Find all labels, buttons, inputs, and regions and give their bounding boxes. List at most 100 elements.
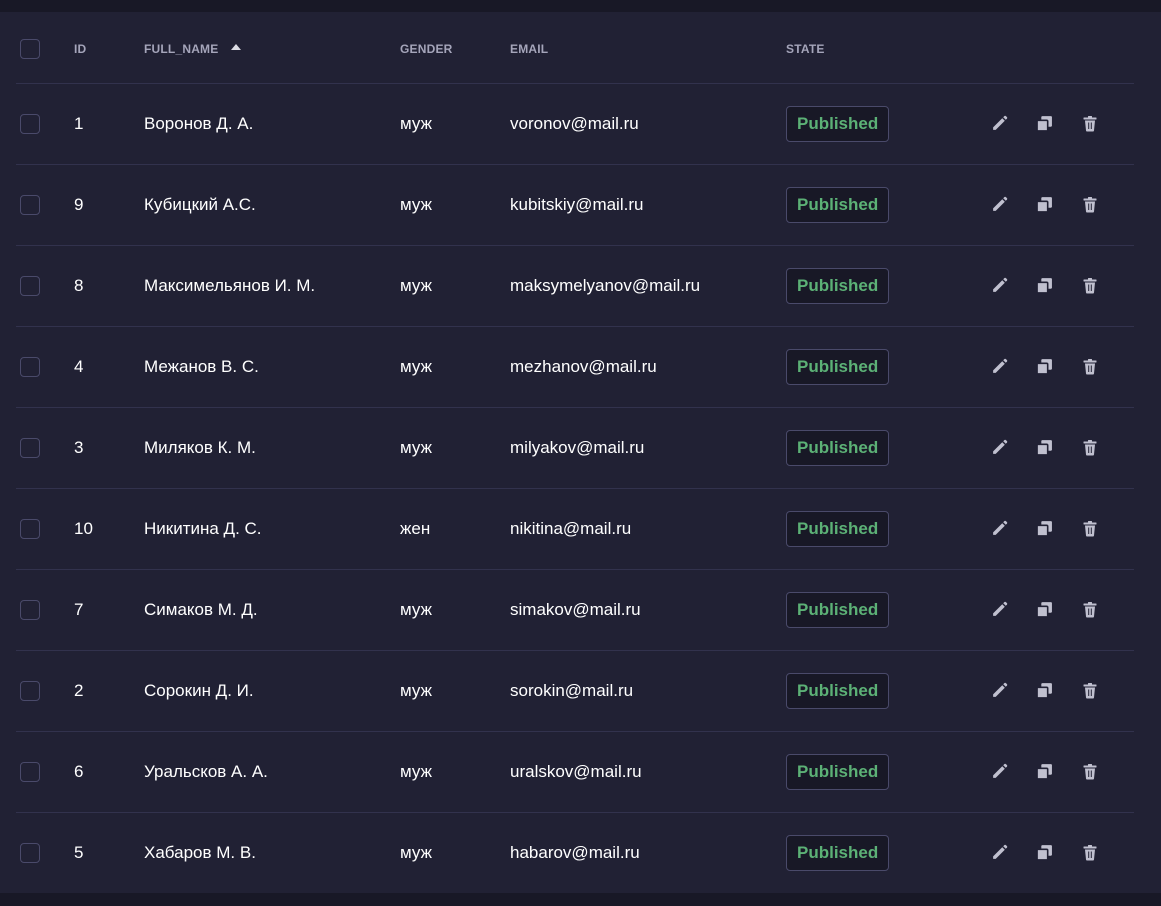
duplicate-button[interactable] bbox=[1033, 436, 1056, 459]
edit-button[interactable] bbox=[988, 841, 1011, 864]
table-row[interactable]: 3 Миляков К. М. муж milyakov@mail.ru Pub… bbox=[16, 407, 1134, 489]
trash-icon bbox=[1083, 359, 1096, 375]
row-full-name: Максимельянов И. М. bbox=[144, 275, 316, 295]
row-email: mezhanov@mail.ru bbox=[510, 356, 657, 376]
duplicate-button[interactable] bbox=[1033, 274, 1056, 297]
column-header-email[interactable]: EMAIL bbox=[510, 14, 548, 83]
column-header-id[interactable]: ID bbox=[74, 14, 86, 83]
table-row[interactable]: 1 Воронов Д. А. муж voronov@mail.ru Publ… bbox=[16, 83, 1134, 165]
delete-button[interactable] bbox=[1078, 355, 1101, 378]
row-checkbox[interactable] bbox=[20, 113, 40, 134]
row-full-name: Миляков К. М. bbox=[144, 437, 256, 457]
table-row[interactable]: 4 Межанов В. С. муж mezhanov@mail.ru Pub… bbox=[16, 326, 1134, 408]
select-all-checkbox[interactable] bbox=[20, 38, 40, 59]
edit-button[interactable] bbox=[988, 517, 1011, 540]
row-full-name: Кубицкий А.С. bbox=[144, 194, 256, 214]
duplicate-button[interactable] bbox=[1033, 598, 1056, 621]
column-header-state[interactable]: STATE bbox=[786, 14, 825, 83]
row-id: 10 bbox=[74, 518, 93, 538]
delete-button[interactable] bbox=[1078, 112, 1101, 135]
row-checkbox[interactable] bbox=[20, 680, 40, 701]
row-email: maksymelyanov@mail.ru bbox=[510, 275, 701, 295]
row-actions bbox=[988, 355, 1101, 378]
status-badge: Published bbox=[786, 834, 890, 871]
delete-button[interactable] bbox=[1078, 436, 1101, 459]
status-badge: Published bbox=[786, 267, 890, 304]
edit-button[interactable] bbox=[988, 112, 1011, 135]
table-row[interactable]: 2 Сорокин Д. И. муж sorokin@mail.ru Publ… bbox=[16, 650, 1134, 732]
edit-button[interactable] bbox=[988, 355, 1011, 378]
row-gender: жен bbox=[400, 518, 431, 538]
row-actions bbox=[988, 598, 1101, 621]
edit-button[interactable] bbox=[988, 598, 1011, 621]
edit-button[interactable] bbox=[988, 193, 1011, 216]
row-checkbox[interactable] bbox=[20, 356, 40, 377]
delete-button[interactable] bbox=[1078, 517, 1101, 540]
edit-button[interactable] bbox=[988, 760, 1011, 783]
row-full-name: Сорокин Д. И. bbox=[144, 680, 254, 700]
edit-icon bbox=[993, 682, 1008, 697]
delete-button[interactable] bbox=[1078, 760, 1101, 783]
delete-button[interactable] bbox=[1078, 679, 1101, 702]
delete-button[interactable] bbox=[1078, 841, 1101, 864]
delete-button[interactable] bbox=[1078, 598, 1101, 621]
edit-button[interactable] bbox=[988, 274, 1011, 297]
duplicate-button[interactable] bbox=[1033, 760, 1056, 783]
row-id: 3 bbox=[74, 437, 84, 457]
row-checkbox[interactable] bbox=[20, 437, 40, 458]
trash-icon bbox=[1083, 845, 1096, 861]
duplicate-icon bbox=[1036, 602, 1052, 618]
duplicate-icon bbox=[1036, 116, 1052, 132]
trash-icon bbox=[1083, 683, 1096, 699]
table-row[interactable]: 9 Кубицкий А.С. муж kubitskiy@mail.ru Pu… bbox=[16, 164, 1134, 246]
row-checkbox[interactable] bbox=[20, 842, 40, 863]
duplicate-button[interactable] bbox=[1033, 517, 1056, 540]
edit-button[interactable] bbox=[988, 679, 1011, 702]
bottom-bar bbox=[0, 893, 1161, 906]
caret-up-icon[interactable] bbox=[231, 44, 242, 50]
table-row[interactable]: 7 Симаков М. Д. муж simakov@mail.ru Publ… bbox=[16, 569, 1134, 651]
table-row[interactable]: 5 Хабаров М. В. муж habarov@mail.ru Publ… bbox=[16, 812, 1134, 894]
duplicate-button[interactable] bbox=[1033, 841, 1056, 864]
column-header-full-name[interactable]: FULL_NAME bbox=[144, 14, 242, 83]
row-actions bbox=[988, 760, 1101, 783]
duplicate-button[interactable] bbox=[1033, 355, 1056, 378]
row-email: habarov@mail.ru bbox=[510, 842, 640, 862]
duplicate-icon bbox=[1036, 845, 1052, 861]
row-actions bbox=[988, 193, 1101, 216]
duplicate-button[interactable] bbox=[1033, 193, 1056, 216]
row-email: simakov@mail.ru bbox=[510, 599, 641, 619]
duplicate-button[interactable] bbox=[1033, 679, 1056, 702]
duplicate-icon bbox=[1036, 440, 1052, 456]
row-email: sorokin@mail.ru bbox=[510, 680, 634, 700]
trash-icon bbox=[1083, 764, 1096, 780]
trash-icon bbox=[1083, 116, 1096, 132]
table-row[interactable]: 6 Уральсков А. А. муж uralskov@mail.ru P… bbox=[16, 731, 1134, 813]
edit-icon bbox=[993, 844, 1008, 859]
column-header-gender[interactable]: GENDER bbox=[400, 14, 453, 83]
table-row[interactable]: 10 Никитина Д. С. жен nikitina@mail.ru P… bbox=[16, 488, 1134, 570]
row-full-name: Хабаров М. В. bbox=[144, 842, 256, 862]
row-checkbox[interactable] bbox=[20, 599, 40, 620]
row-checkbox[interactable] bbox=[20, 275, 40, 296]
table-header-row: ID FULL_NAME GENDER EMAIL STATE bbox=[16, 14, 1134, 84]
delete-button[interactable] bbox=[1078, 193, 1101, 216]
duplicate-icon bbox=[1036, 521, 1052, 537]
row-checkbox[interactable] bbox=[20, 761, 40, 782]
row-actions bbox=[988, 679, 1101, 702]
row-checkbox[interactable] bbox=[20, 194, 40, 215]
duplicate-button[interactable] bbox=[1033, 112, 1056, 135]
column-header-full-name-label: FULL_NAME bbox=[144, 41, 219, 56]
row-id: 6 bbox=[74, 761, 84, 781]
duplicate-icon bbox=[1036, 764, 1052, 780]
row-full-name: Симаков М. Д. bbox=[144, 599, 258, 619]
row-checkbox[interactable] bbox=[20, 518, 40, 539]
row-id: 5 bbox=[74, 842, 84, 862]
duplicate-icon bbox=[1036, 197, 1052, 213]
edit-button[interactable] bbox=[988, 436, 1011, 459]
delete-button[interactable] bbox=[1078, 274, 1101, 297]
table-row[interactable]: 8 Максимельянов И. М. муж maksymelyanov@… bbox=[16, 245, 1134, 327]
edit-icon bbox=[993, 601, 1008, 616]
edit-icon bbox=[993, 196, 1008, 211]
row-id: 1 bbox=[74, 113, 84, 133]
